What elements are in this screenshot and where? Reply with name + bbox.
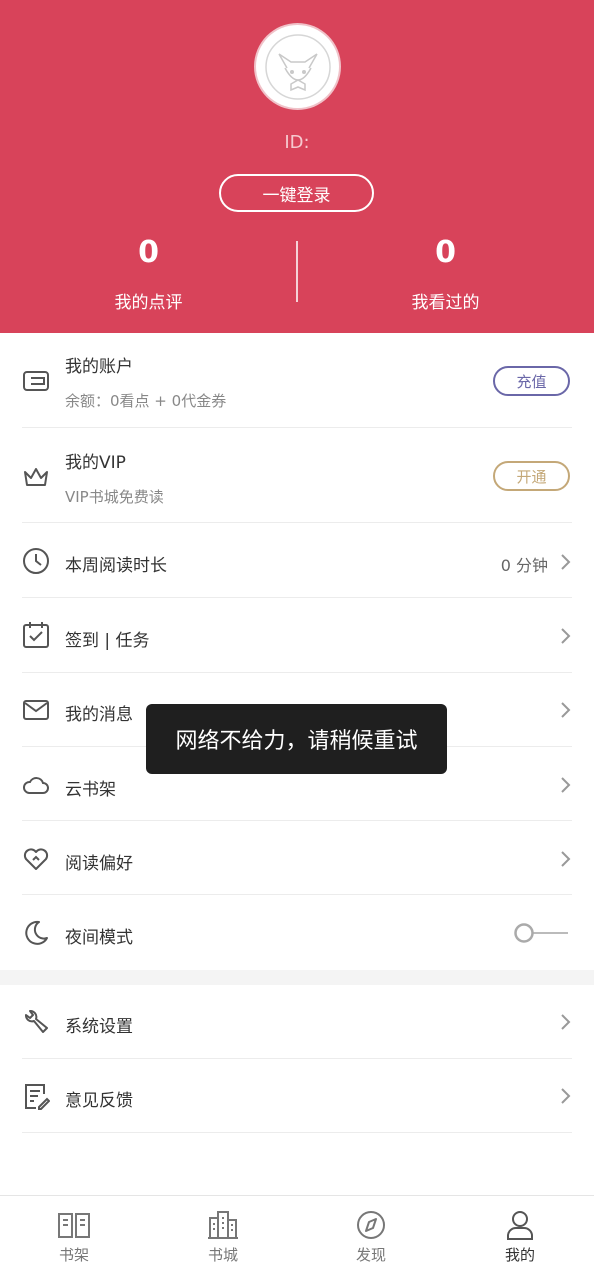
wrench-icon bbox=[25, 1010, 48, 1033]
bottom-tab-bar: 书架 书城 发现 我的 bbox=[0, 1195, 594, 1280]
feedback-document-icon bbox=[25, 1084, 50, 1110]
tab-mine-label: 我的 bbox=[504, 1246, 535, 1264]
avatar-cat-icon bbox=[264, 33, 331, 100]
menu-item-settings[interactable]: 系统设置 bbox=[22, 985, 572, 1059]
viewed-history-stat[interactable]: 0 我看过的 bbox=[297, 234, 594, 313]
section-divider bbox=[0, 970, 594, 985]
tab-discover-label: 发现 bbox=[355, 1246, 386, 1264]
night-mode-toggle[interactable] bbox=[514, 922, 570, 944]
vip-subtitle: VIP书城免费读 bbox=[65, 488, 164, 506]
moon-icon bbox=[25, 920, 48, 945]
tab-bookshelf[interactable]: 书架 bbox=[24, 1210, 124, 1265]
chevron-right-icon bbox=[561, 1014, 571, 1030]
chevron-right-icon bbox=[561, 628, 571, 644]
cloud-shelf-title: 云书架 bbox=[65, 780, 116, 800]
viewed-history-count: 0 bbox=[435, 235, 456, 270]
cloud-icon bbox=[23, 777, 49, 794]
user-icon bbox=[507, 1211, 533, 1240]
account-balance: 余额：0看点 + 0代金券 bbox=[65, 392, 227, 410]
heart-icon bbox=[23, 848, 49, 870]
my-reviews-stat[interactable]: 0 我的点评 bbox=[0, 234, 297, 313]
menu-item-feedback[interactable]: 意见反馈 bbox=[22, 1059, 572, 1133]
clock-icon bbox=[23, 548, 49, 574]
bookshelf-icon bbox=[58, 1213, 90, 1238]
reading-time-value: 0 分钟 bbox=[500, 556, 548, 575]
my-reviews-count: 0 bbox=[138, 235, 159, 270]
reading-time-title: 本周阅读时长 bbox=[65, 556, 167, 576]
account-title: 我的账户 bbox=[65, 357, 133, 377]
tab-mine[interactable]: 我的 bbox=[470, 1210, 570, 1265]
menu-item-account[interactable]: 我的账户 余额：0看点 + 0代金券 充值 bbox=[22, 333, 572, 428]
viewed-history-label: 我看过的 bbox=[411, 293, 480, 313]
chevron-right-icon bbox=[561, 777, 571, 793]
profile-header: ID: 一键登录 0 我的点评 0 我看过的 bbox=[0, 0, 594, 333]
chevron-right-icon bbox=[561, 851, 571, 867]
avatar[interactable] bbox=[256, 25, 339, 108]
my-reviews-label: 我的点评 bbox=[114, 293, 183, 313]
recharge-button[interactable]: 充值 bbox=[493, 366, 570, 396]
network-error-toast: 网络不给力，请稍候重试 bbox=[146, 704, 447, 774]
chevron-right-icon bbox=[561, 702, 571, 718]
tab-bookstore-label: 书城 bbox=[207, 1246, 238, 1264]
menu-item-reading-time[interactable]: 本周阅读时长 0 分钟 bbox=[22, 523, 572, 598]
checkin-title: 签到 | 任务 bbox=[65, 631, 150, 651]
tab-bookshelf-label: 书架 bbox=[58, 1246, 89, 1264]
vip-title: 我的VIP bbox=[65, 453, 126, 473]
crown-icon bbox=[24, 468, 48, 486]
calendar-check-icon bbox=[23, 622, 49, 648]
menu-item-checkin[interactable]: 签到 | 任务 bbox=[22, 598, 572, 673]
one-click-login-button[interactable]: 一键登录 bbox=[219, 174, 374, 212]
chevron-right-icon bbox=[561, 1088, 571, 1104]
preference-title: 阅读偏好 bbox=[65, 854, 133, 874]
night-mode-title: 夜间模式 bbox=[65, 928, 133, 948]
envelope-icon bbox=[23, 700, 49, 720]
menu-item-preference[interactable]: 阅读偏好 bbox=[22, 821, 572, 895]
settings-title: 系统设置 bbox=[65, 1017, 133, 1037]
user-id-label: ID: bbox=[284, 132, 310, 153]
menu-item-vip[interactable]: 我的VIP VIP书城免费读 开通 bbox=[22, 428, 572, 523]
tab-bookstore[interactable]: 书城 bbox=[173, 1210, 273, 1265]
activate-vip-button[interactable]: 开通 bbox=[493, 461, 570, 491]
feedback-title: 意见反馈 bbox=[65, 1091, 133, 1111]
messages-title: 我的消息 bbox=[65, 705, 133, 725]
menu-item-night-mode: 夜间模式 bbox=[22, 895, 572, 970]
compass-icon bbox=[357, 1211, 385, 1239]
chevron-right-icon bbox=[561, 554, 571, 570]
tab-discover[interactable]: 发现 bbox=[321, 1210, 421, 1265]
wallet-icon bbox=[23, 371, 49, 391]
bookstore-icon bbox=[208, 1211, 238, 1239]
